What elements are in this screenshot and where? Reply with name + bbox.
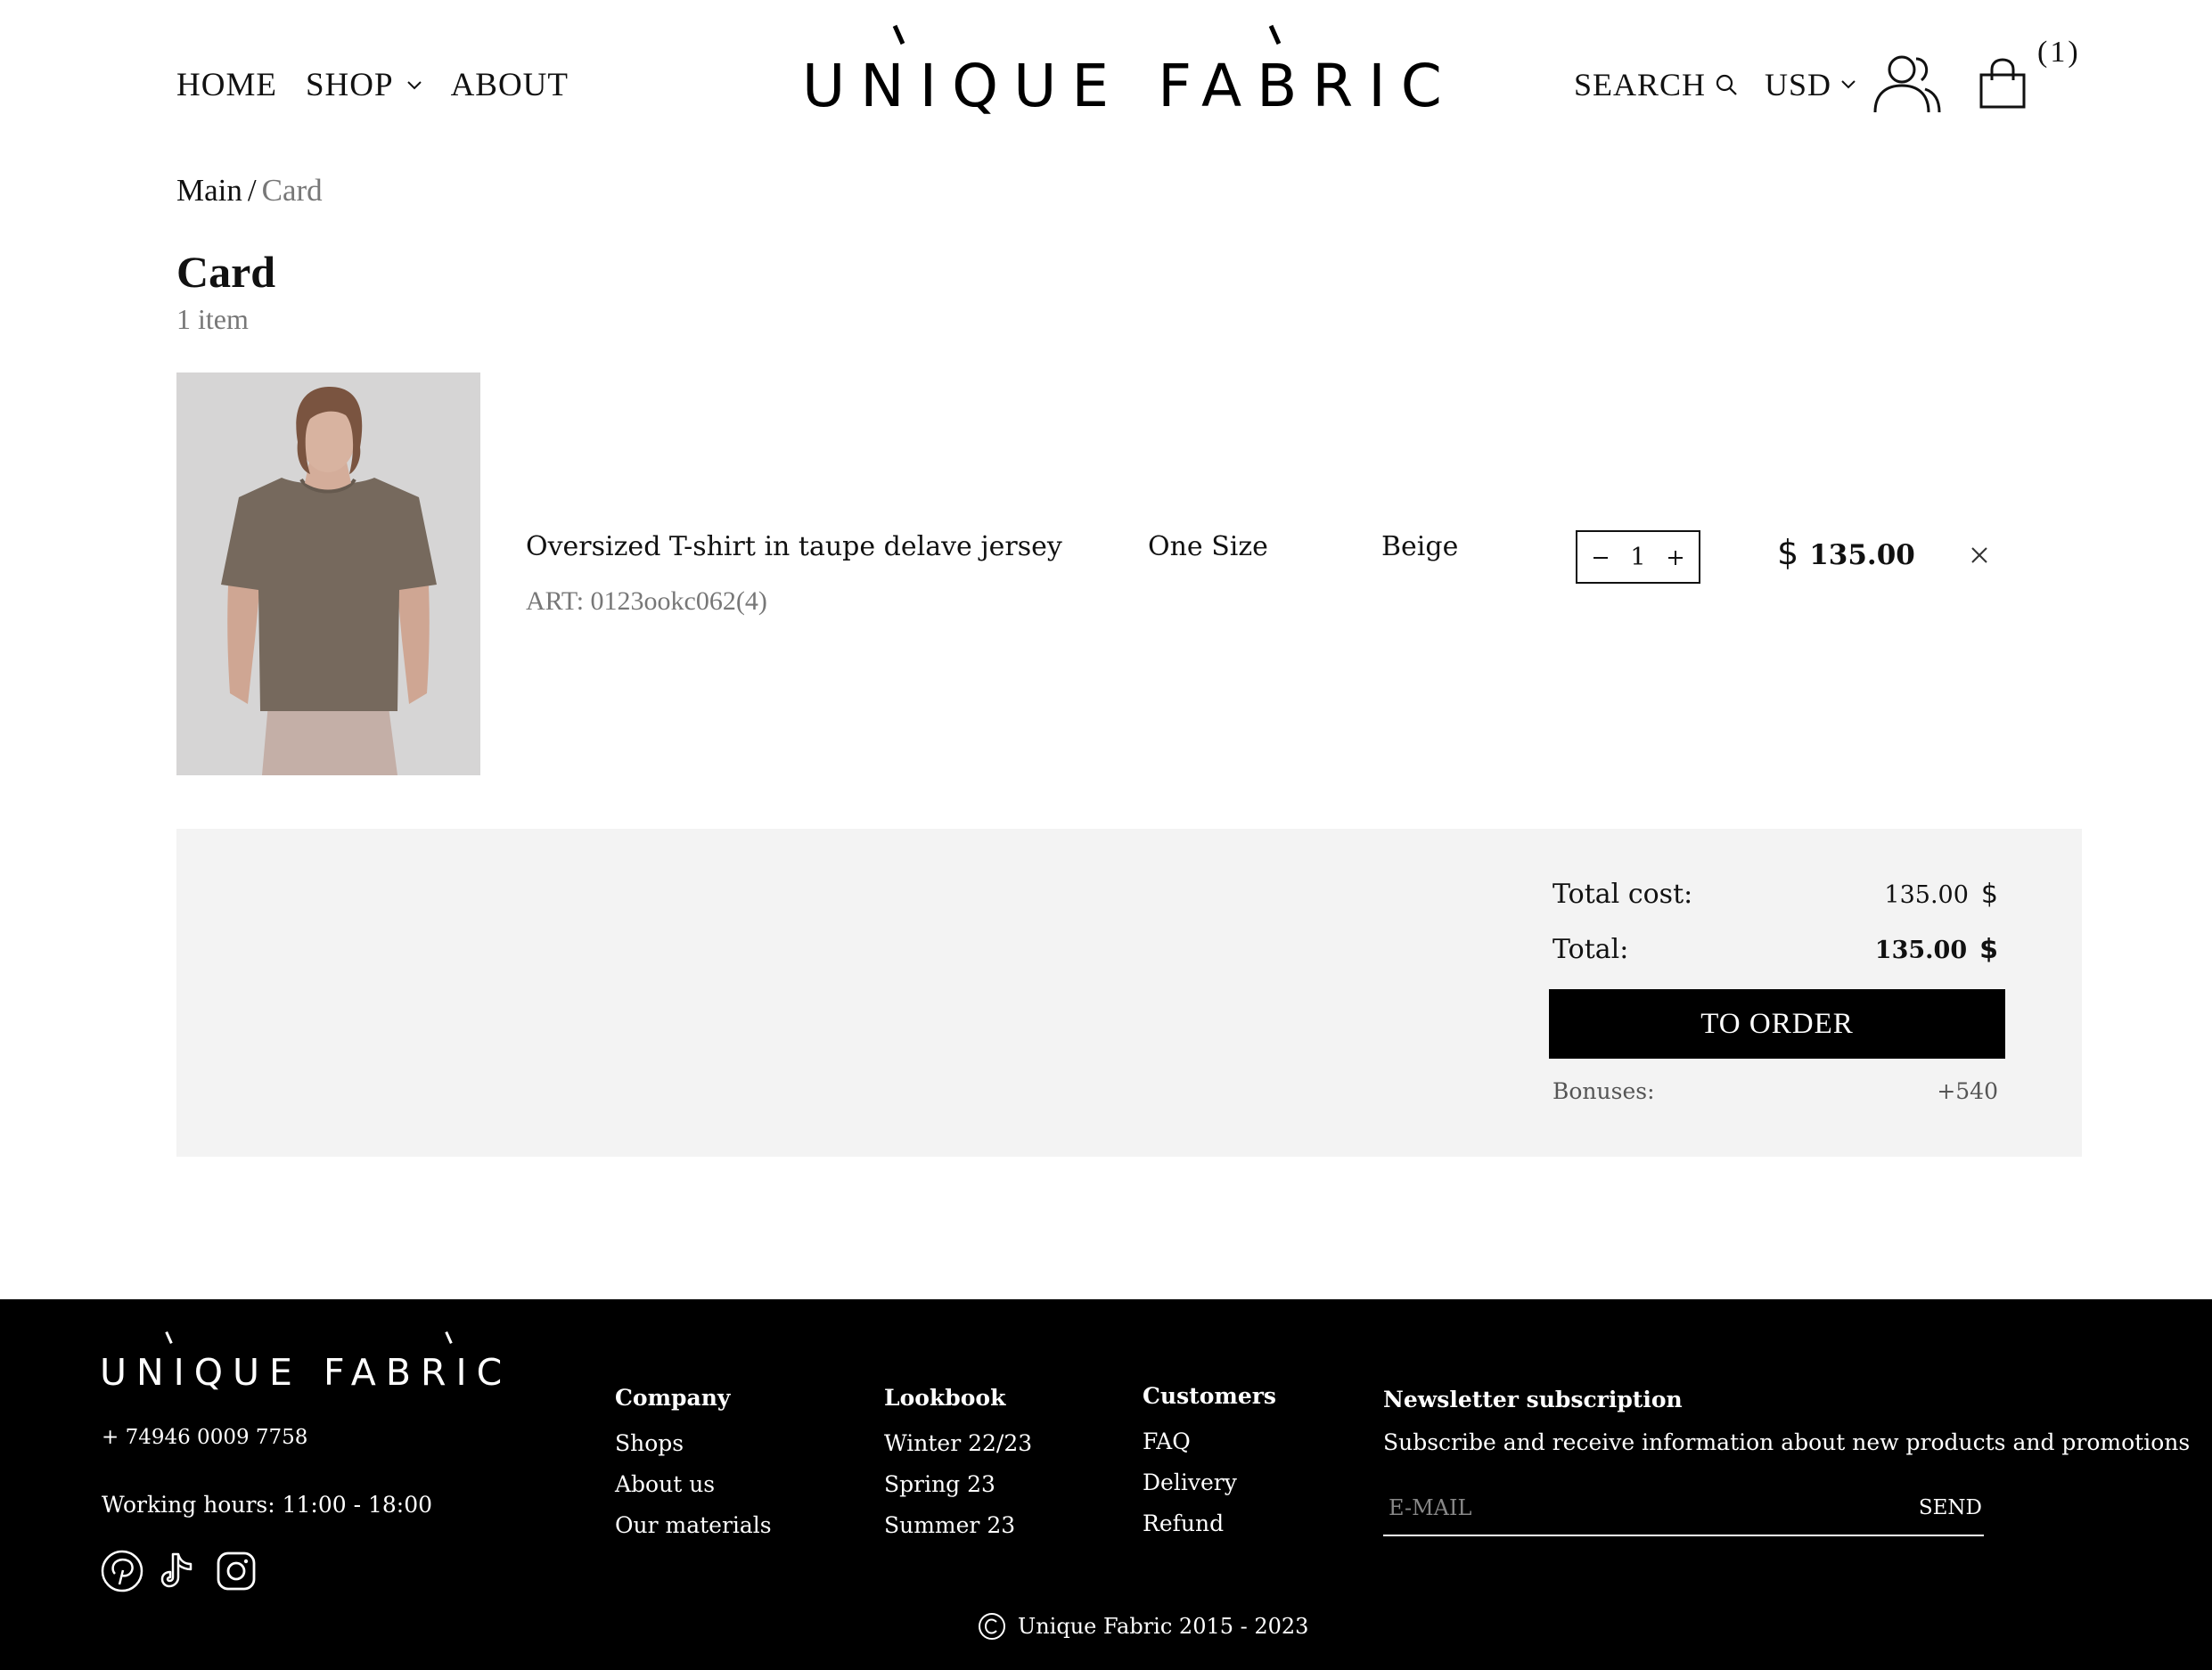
newsletter-title: Newsletter subscription bbox=[1383, 1387, 1683, 1412]
instagram-icon[interactable] bbox=[214, 1549, 258, 1593]
footer-link-refund[interactable]: Refund bbox=[1143, 1503, 1276, 1544]
footer-column-company: Company Shops About us Our materials bbox=[615, 1385, 772, 1546]
search-label: SEARCH bbox=[1574, 67, 1707, 102]
cart-count-badge: (1) bbox=[2037, 36, 2081, 69]
logo-accent-mark bbox=[892, 24, 905, 45]
search-icon bbox=[1716, 74, 1737, 95]
order-summary: Total cost: 135.00 $ Total: 135.00 $ TO OR… bbox=[176, 829, 2082, 1157]
footer-working-hours: Working hours: 11:00 - 18:00 bbox=[102, 1492, 433, 1518]
bonuses-row: Bonuses: +540 bbox=[1552, 1078, 1998, 1104]
site-footer: UNIQUE FABRIC + 74946 0009 7758 Working … bbox=[0, 1299, 2212, 1670]
footer-logo-accent-mark bbox=[445, 1330, 453, 1345]
total-amount: 135.00 bbox=[1874, 937, 1968, 964]
social-links bbox=[100, 1549, 258, 1593]
product-size: One Size bbox=[1148, 531, 1268, 562]
site-logo[interactable]: UNIQUE FABRIC bbox=[802, 24, 1442, 120]
product-image[interactable] bbox=[176, 372, 480, 775]
logo-text: UNIQUE FABRIC bbox=[802, 52, 1457, 120]
account-icon[interactable] bbox=[1872, 53, 1943, 114]
footer-logo[interactable]: UNIQUE FABRIC bbox=[100, 1330, 512, 1394]
total-cost-row: Total cost: 135.00 $ bbox=[1552, 879, 1998, 910]
footer-link-winter[interactable]: Winter 22/23 bbox=[884, 1423, 1032, 1464]
total-value: 135.00 $ bbox=[1875, 934, 1998, 965]
price-value: 135.00 bbox=[1809, 539, 1915, 571]
search-button[interactable]: SEARCH bbox=[1574, 66, 1738, 103]
footer-column-customers: Customers FAQ Delivery Refund bbox=[1143, 1383, 1276, 1544]
footer-link-spring[interactable]: Spring 23 bbox=[884, 1464, 1032, 1505]
quantity-increase-button[interactable] bbox=[1665, 542, 1686, 572]
nav-shop[interactable]: SHOP bbox=[306, 66, 422, 104]
copyright: Unique Fabric 2015 - 2023 bbox=[977, 1611, 1308, 1641]
quantity-decrease-button[interactable] bbox=[1590, 542, 1611, 572]
footer-link-shops[interactable]: Shops bbox=[615, 1423, 772, 1464]
total-cost-currency: $ bbox=[1980, 879, 1998, 910]
copyright-icon bbox=[979, 1613, 1005, 1640]
currency-label: USD bbox=[1765, 67, 1832, 102]
footer-column-title: Company bbox=[615, 1385, 731, 1411]
bonuses-label: Bonuses: bbox=[1552, 1078, 1655, 1104]
logo-accent-mark bbox=[1268, 24, 1282, 45]
footer-link-delivery[interactable]: Delivery bbox=[1143, 1462, 1276, 1503]
footer-link-our-materials[interactable]: Our materials bbox=[615, 1505, 772, 1546]
total-row: Total: 135.00 $ bbox=[1552, 934, 1998, 965]
total-label: Total: bbox=[1552, 934, 1629, 965]
quantity-stepper: 1 bbox=[1576, 530, 1700, 584]
breadcrumb-main[interactable]: Main bbox=[176, 173, 242, 208]
main-nav: HOME SHOP ABOUT bbox=[176, 66, 569, 104]
breadcrumb: Main / Card bbox=[176, 173, 323, 209]
quantity-value[interactable]: 1 bbox=[1630, 544, 1645, 571]
footer-link-about-us[interactable]: About us bbox=[615, 1464, 772, 1505]
tiktok-icon[interactable] bbox=[159, 1549, 200, 1593]
page-title: Card bbox=[176, 247, 276, 297]
nav-about-label: ABOUT bbox=[450, 67, 569, 103]
nav-shop-label: SHOP bbox=[305, 67, 394, 103]
copyright-text: Unique Fabric 2015 - 2023 bbox=[1018, 1614, 1309, 1639]
total-currency: $ bbox=[1979, 934, 1998, 965]
total-cost-amount: 135.00 bbox=[1884, 881, 1969, 909]
currency-select[interactable]: USD bbox=[1765, 66, 1856, 103]
minus-icon bbox=[1593, 557, 1608, 559]
footer-link-summer[interactable]: Summer 23 bbox=[884, 1505, 1032, 1546]
plus-icon bbox=[1668, 551, 1683, 565]
breadcrumb-separator: / bbox=[247, 173, 257, 208]
bonuses-value: +540 bbox=[1937, 1078, 1998, 1104]
newsletter-text: Subscribe and receive information about … bbox=[1383, 1429, 2191, 1455]
footer-column-title: Lookbook bbox=[884, 1385, 1006, 1411]
footer-column-title: Customers bbox=[1143, 1383, 1276, 1409]
header-actions: SEARCH USD bbox=[1574, 66, 1856, 103]
price-currency: $ bbox=[1777, 533, 1799, 572]
chevron-down-icon bbox=[1841, 80, 1856, 89]
footer-phone[interactable]: + 74946 0009 7758 bbox=[102, 1426, 307, 1449]
product-photo-illustration bbox=[176, 372, 480, 775]
newsletter-form: SEND bbox=[1383, 1481, 1984, 1536]
item-count: 1 item bbox=[176, 303, 249, 335]
breadcrumb-current: Card bbox=[261, 173, 323, 208]
chevron-down-icon bbox=[406, 80, 422, 89]
footer-link-faq[interactable]: FAQ bbox=[1143, 1421, 1276, 1462]
site-header: HOME SHOP ABOUT UNIQUE FABRIC SEARCH USD… bbox=[0, 0, 2212, 151]
product-name[interactable]: Oversized T-shirt in taupe delave jersey bbox=[526, 531, 1062, 562]
to-order-button[interactable]: TO ORDER bbox=[1549, 989, 2005, 1059]
nav-home[interactable]: HOME bbox=[176, 66, 277, 104]
cart-icon[interactable] bbox=[1977, 57, 2028, 111]
pinterest-icon[interactable] bbox=[100, 1549, 144, 1593]
email-input[interactable] bbox=[1383, 1495, 1829, 1520]
total-cost-label: Total cost: bbox=[1552, 879, 1693, 910]
footer-column-lookbook: Lookbook Winter 22/23 Spring 23 Summer 2… bbox=[884, 1385, 1032, 1546]
product-color: Beige bbox=[1381, 531, 1459, 562]
product-price: $ 135.00 bbox=[1777, 533, 1915, 572]
send-button[interactable]: SEND bbox=[1919, 1496, 1984, 1519]
footer-logo-text: UNIQUE FABRIC bbox=[100, 1351, 512, 1394]
total-cost-value: 135.00 $ bbox=[1884, 879, 1998, 910]
nav-about[interactable]: ABOUT bbox=[451, 66, 569, 104]
remove-item-icon[interactable] bbox=[1968, 544, 1991, 567]
nav-home-label: HOME bbox=[176, 67, 277, 103]
product-article: ART: 0123ookc062(4) bbox=[526, 586, 767, 616]
footer-logo-accent-mark bbox=[165, 1330, 173, 1345]
